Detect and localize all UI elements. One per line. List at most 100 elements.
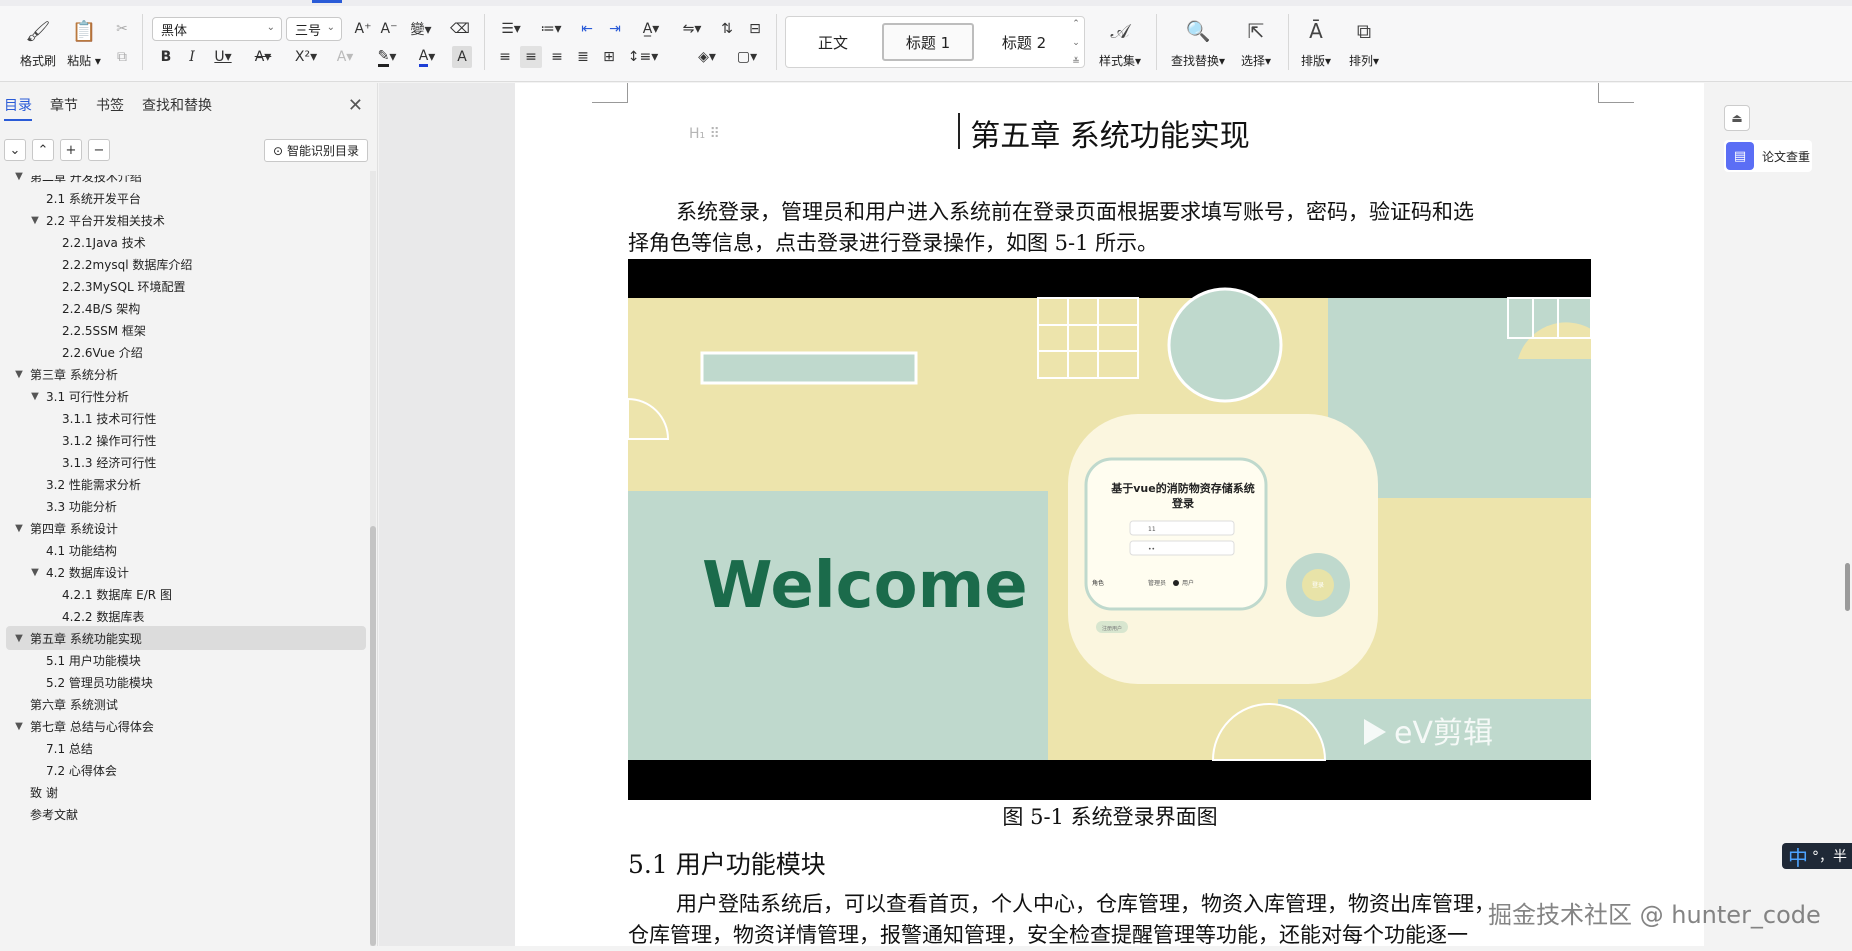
paper-check-button[interactable]: ▤ 论文查重 — [1724, 140, 1812, 172]
sort-icon[interactable]: ⇅ — [716, 18, 738, 40]
border-icon[interactable]: ▢▾ — [730, 46, 764, 68]
scroll-thumb[interactable] — [370, 526, 376, 946]
style-normal[interactable]: 正文 — [798, 23, 868, 61]
toc-item[interactable]: ▼ 第七章 总结与心得体会 — [0, 714, 368, 738]
caret-down-icon[interactable]: ▼ — [12, 633, 26, 644]
remove-heading-icon[interactable]: − — [88, 139, 110, 161]
text-effect-icon[interactable]: A▾ — [330, 46, 360, 68]
toc-item[interactable]: ▼ 第二章 开发技术介绍 — [0, 164, 368, 188]
toc-item[interactable]: 3.1.1 技术可行性 — [0, 406, 368, 430]
gallery-scroll[interactable]: ⌃ ⌄ ≚ — [1070, 19, 1082, 67]
grow-font-icon[interactable]: A⁺ — [352, 18, 374, 40]
caret-down-icon[interactable]: ▼ — [12, 523, 26, 534]
toc-item[interactable]: 2.2.1Java 技术 — [0, 230, 368, 254]
section-paragraph[interactable]: 用户登陆系统后，可以查看首页，个人中心，仓库管理，物资入库管理，物资出库管理， … — [628, 889, 1588, 951]
find-replace-button[interactable]: 🔍 查找替换▾ — [1166, 12, 1230, 69]
paragraph-shading-icon[interactable]: ◈▾ — [690, 46, 724, 68]
bold-icon[interactable]: B — [156, 46, 176, 68]
tab-bookmarks[interactable]: 书签 — [96, 95, 124, 121]
toc-item[interactable]: 2.2.5SSM 框架 — [0, 318, 368, 342]
chevron-down-icon[interactable]: ⌄ — [1072, 38, 1080, 48]
expand-up-icon[interactable]: ⌃ — [32, 139, 54, 161]
toc-item[interactable]: 7.2 心得体会 — [0, 758, 368, 782]
scroll-thumb[interactable] — [1845, 563, 1850, 611]
format-painter-button[interactable]: 🖌 格式刷 — [14, 12, 62, 69]
toc-item[interactable]: ▼ 2.2 平台开发相关技术 — [0, 208, 368, 232]
toc-item[interactable]: 第六章 系统测试 — [0, 692, 368, 716]
superscript-icon[interactable]: X²▾ — [290, 46, 322, 68]
distribute-icon[interactable]: ⊞ — [598, 46, 620, 68]
caret-down-icon[interactable]: ▼ — [28, 215, 42, 226]
toc-item[interactable]: 2.2.3MySQL 环境配置 — [0, 274, 368, 298]
ime-indicator[interactable]: 中 °，半 — [1782, 843, 1852, 870]
toc-item-current[interactable]: ▼ 第五章 系统功能实现 — [6, 626, 366, 650]
toc-item[interactable]: 3.3 功能分析 — [0, 494, 368, 518]
caret-down-icon[interactable]: ▼ — [12, 369, 26, 380]
line-spacing-icon[interactable]: ↕≡▾ — [626, 46, 660, 68]
paste-button[interactable]: 📋 粘贴 ▾ — [60, 12, 108, 69]
style-heading-2[interactable]: 标题 2 — [982, 23, 1066, 61]
style-set-button[interactable]: 𝒜 样式集▾ — [1092, 12, 1148, 69]
toc-item[interactable]: 致 谢 — [0, 780, 368, 804]
document-scrollbar[interactable] — [1843, 83, 1852, 946]
toc-item[interactable]: 7.1 总结 — [0, 736, 368, 760]
toc-item[interactable]: 2.2.4B/S 架构 — [0, 296, 368, 320]
caret-down-icon[interactable]: ▼ — [28, 391, 42, 402]
tab-toc[interactable]: 目录 — [4, 95, 32, 121]
decrease-indent-icon[interactable]: ⇤ — [576, 18, 598, 40]
tab-find-replace[interactable]: 查找和替换 — [142, 95, 212, 121]
toc-item[interactable]: 3.1.3 经济可行性 — [0, 450, 368, 474]
align-left-icon[interactable]: ≡ — [494, 46, 516, 68]
figure-caption[interactable]: 图 5-1 系统登录界面图 — [515, 801, 1705, 831]
toc-item[interactable]: ▼ 第三章 系统分析 — [0, 362, 368, 386]
chapter-title[interactable]: 第五章 系统功能实现 — [515, 111, 1705, 155]
toc-item[interactable]: 2.1 系统开发平台 — [0, 186, 368, 210]
align-right-icon[interactable]: ≡ — [546, 46, 568, 68]
toc-item[interactable]: 4.2.2 数据库表 — [0, 604, 368, 628]
tab-chapters[interactable]: 章节 — [50, 95, 78, 121]
copy-icon[interactable]: ⧉ — [112, 46, 132, 68]
login-screenshot-figure[interactable]: Welcome 基于vue的消防物资存储系统 登录 11 •• 角色 管理员 用… — [628, 259, 1591, 800]
select-button[interactable]: ⇱ 选择▾ — [1232, 12, 1280, 69]
caret-down-icon[interactable]: ▼ — [28, 567, 42, 578]
toc-item[interactable]: 2.2.2mysql 数据库介绍 — [0, 252, 368, 276]
shrink-font-icon[interactable]: A⁻ — [378, 18, 400, 40]
italic-icon[interactable]: I — [182, 46, 202, 68]
font-size-select[interactable]: 三号 ⌄ — [286, 17, 342, 41]
toc-item[interactable]: 5.1 用户功能模块 — [0, 648, 368, 672]
toc-item[interactable]: 3.1.2 操作可行性 — [0, 428, 368, 452]
font-color-icon[interactable]: A ▾ — [412, 46, 442, 68]
increase-indent-icon[interactable]: ⇥ — [604, 18, 626, 40]
bullet-list-icon[interactable]: ☰▾ — [496, 18, 526, 40]
caret-down-icon[interactable]: ▼ — [12, 171, 26, 182]
text-direction-icon[interactable]: ⇋▾ — [676, 18, 708, 40]
char-format-icon[interactable]: A̲▾ — [634, 18, 668, 40]
intro-paragraph[interactable]: 系统登录，管理员和用户进入系统前在登录页面根据要求填写账号，密码，验证码和选 择… — [628, 197, 1588, 259]
style-heading-1[interactable]: 标题 1 — [882, 23, 974, 61]
toc-item[interactable]: 3.2 性能需求分析 — [0, 472, 368, 496]
add-heading-icon[interactable]: + — [60, 139, 82, 161]
toc-item[interactable]: ▼ 4.2 数据库设计 — [0, 560, 368, 584]
font-name-select[interactable]: 黑体 ⌄ — [152, 17, 282, 41]
smart-toc-button[interactable]: ⊙ 智能识别目录 — [264, 139, 368, 162]
nav-scrollbar[interactable] — [370, 171, 376, 946]
collapse-panel-icon[interactable]: ⏏ — [1724, 105, 1750, 131]
strikethrough-icon[interactable]: A▾ — [248, 46, 278, 68]
arrange-button[interactable]: ⧉ 排列▾ — [1340, 12, 1388, 69]
toc-item[interactable]: 参考文献 — [0, 802, 368, 826]
collapse-icon[interactable]: ⌄ — [4, 139, 26, 161]
char-shading-icon[interactable]: A — [452, 46, 472, 68]
toc-item[interactable]: 4.2.1 数据库 E/R 图 — [0, 582, 368, 606]
section-title[interactable]: 5.1 用户功能模块 — [628, 845, 826, 881]
show-marks-icon[interactable]: ⊟ — [744, 18, 766, 40]
close-icon[interactable]: ✕ — [348, 95, 363, 116]
layout-button[interactable]: Ā 排版▾ — [1292, 12, 1340, 69]
phonetic-guide-icon[interactable]: 變▾ — [404, 18, 438, 40]
toc-item[interactable]: ▼ 第四章 系统设计 — [0, 516, 368, 540]
clear-format-icon[interactable]: ⌫ — [448, 18, 472, 40]
toc-item[interactable]: ▼ 3.1 可行性分析 — [0, 384, 368, 408]
caret-down-icon[interactable]: ▼ — [12, 721, 26, 732]
underline-icon[interactable]: U▾ — [208, 46, 238, 68]
toc-item[interactable]: 5.2 管理员功能模块 — [0, 670, 368, 694]
align-center-icon[interactable]: ≡ — [520, 46, 542, 68]
